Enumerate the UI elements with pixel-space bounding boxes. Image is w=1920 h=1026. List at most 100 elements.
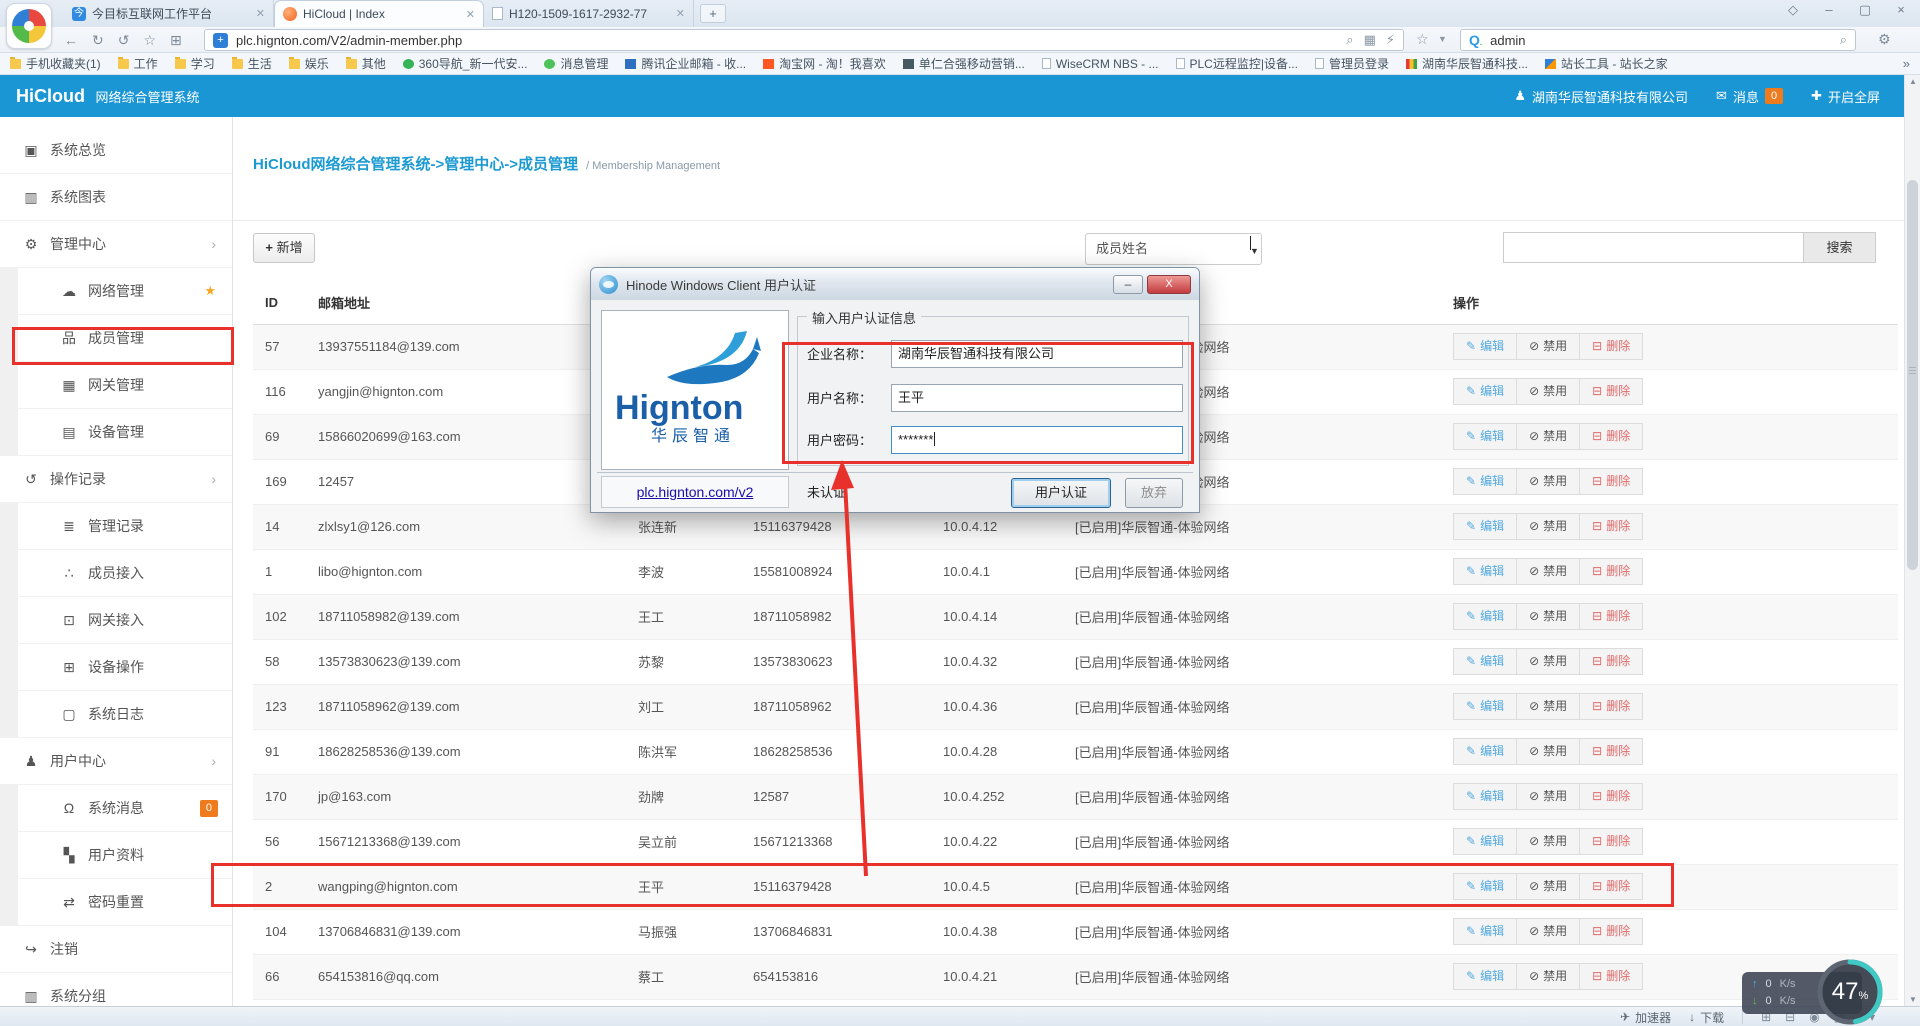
- cell-email[interactable]: 654153816@qq.com: [308, 954, 633, 999]
- delete-button[interactable]: 删除: [1579, 963, 1643, 990]
- bookmark-item[interactable]: WiseCRM NBS - ...: [1042, 57, 1159, 71]
- col-actions[interactable]: 操作: [1423, 282, 1898, 324]
- bookmark-item[interactable]: 单仁合强移动营销...: [903, 55, 1025, 72]
- undo-button[interactable]: [118, 32, 130, 49]
- bookmark-item[interactable]: 其他: [346, 55, 386, 72]
- cell-email[interactable]: 18711058982@139.com: [308, 594, 633, 639]
- disable-button[interactable]: 禁用: [1516, 648, 1580, 675]
- disable-button[interactable]: 禁用: [1516, 963, 1580, 990]
- sidebar-item-doc[interactable]: 管理记录: [0, 503, 232, 550]
- favorites-button[interactable]: [143, 32, 156, 49]
- edit-button[interactable]: 编辑: [1453, 648, 1517, 675]
- scrollbar-thumb[interactable]: [1907, 180, 1918, 570]
- cell-email[interactable]: wangping@hignton.com: [308, 864, 633, 909]
- header-messages[interactable]: 消息 0: [1716, 87, 1783, 106]
- tab-close-icon[interactable]: ✕: [466, 8, 475, 21]
- table-row[interactable]: 104 13706846831@139.com 马振强 13706846831 …: [253, 909, 1898, 954]
- sidebar-item-gears[interactable]: 管理中心 ›: [0, 221, 232, 268]
- filter-select[interactable]: 成员姓名 ▼: [1085, 233, 1262, 265]
- disable-button[interactable]: 禁用: [1516, 558, 1580, 585]
- member-search-input[interactable]: [1503, 232, 1803, 263]
- disable-button[interactable]: 禁用: [1516, 918, 1580, 945]
- password-input[interactable]: *******: [891, 426, 1183, 454]
- delete-button[interactable]: 删除: [1579, 333, 1643, 360]
- delete-button[interactable]: 删除: [1579, 513, 1643, 540]
- sidebar-item-chart[interactable]: 系统分组: [0, 973, 232, 1006]
- disable-button[interactable]: 禁用: [1516, 693, 1580, 720]
- close-button[interactable]: [1892, 2, 1910, 18]
- new-tab-button[interactable]: +: [700, 4, 726, 23]
- delete-button[interactable]: 删除: [1579, 738, 1643, 765]
- edit-button[interactable]: 编辑: [1453, 603, 1517, 630]
- sidebar-item-sitemap[interactable]: 成员管理: [0, 315, 232, 362]
- table-row[interactable]: 2 wangping@hignton.com 王平 15116379428 10…: [253, 864, 1898, 909]
- browser-logo[interactable]: [6, 3, 52, 49]
- dialog-titlebar[interactable]: Hinode Windows Client 用户认证 – X: [591, 268, 1199, 300]
- delete-button[interactable]: 删除: [1579, 558, 1643, 585]
- edit-button[interactable]: 编辑: [1453, 378, 1517, 405]
- minimize-button[interactable]: [1820, 2, 1838, 18]
- edit-button[interactable]: 编辑: [1453, 468, 1517, 495]
- cell-email[interactable]: 15866020699@163.com: [308, 414, 633, 459]
- edit-button[interactable]: 编辑: [1453, 513, 1517, 540]
- delete-button[interactable]: 删除: [1579, 423, 1643, 450]
- header-fullscreen[interactable]: 开启全屏: [1811, 87, 1880, 106]
- delete-button[interactable]: 删除: [1579, 783, 1643, 810]
- sidebar-item-bell[interactable]: 系统消息 0: [0, 785, 232, 832]
- url-box[interactable]: + plc.hignton.com/V2/admin-member.php: [204, 29, 1404, 51]
- cell-email[interactable]: yangjin@hignton.com: [308, 369, 633, 414]
- disable-button[interactable]: 禁用: [1516, 423, 1580, 450]
- tab-close-icon[interactable]: ✕: [676, 7, 685, 20]
- vertical-scrollbar[interactable]: ▲ ▼: [1904, 75, 1920, 1006]
- authenticate-button[interactable]: 用户认证: [1011, 478, 1111, 508]
- table-row[interactable]: 170 jp@163.com 劲牌 12587 10.0.4.252 [已启用]…: [253, 774, 1898, 819]
- wrench-menu-icon[interactable]: [1878, 31, 1891, 48]
- apps-button[interactable]: [170, 32, 182, 49]
- sidebar-item-share[interactable]: 成员接入: [0, 550, 232, 597]
- disable-button[interactable]: 禁用: [1516, 873, 1580, 900]
- disable-button[interactable]: 禁用: [1516, 333, 1580, 360]
- maximize-button[interactable]: [1856, 2, 1874, 18]
- edit-button[interactable]: 编辑: [1453, 963, 1517, 990]
- table-row[interactable]: 102 18711058982@139.com 王工 18711058982 1…: [253, 594, 1898, 639]
- cell-email[interactable]: zlxlsy1@126.com: [308, 504, 633, 549]
- delete-button[interactable]: 删除: [1579, 873, 1643, 900]
- table-row[interactable]: 1 libo@hignton.com 李波 15581008924 10.0.4…: [253, 549, 1898, 594]
- table-row[interactable]: 66 654153816@qq.com 蔡工 654153816 10.0.4.…: [253, 954, 1898, 999]
- company-input[interactable]: 湖南华辰智通科技有限公司: [891, 340, 1183, 368]
- browser-tab[interactable]: HiCloud | Index ✕: [274, 0, 484, 27]
- disable-button[interactable]: 禁用: [1516, 738, 1580, 765]
- edit-button[interactable]: 编辑: [1453, 558, 1517, 585]
- username-input[interactable]: 王平: [891, 384, 1183, 412]
- search-in-page-icon[interactable]: [1346, 32, 1353, 48]
- site-safety-icon[interactable]: +: [213, 33, 228, 48]
- cell-email[interactable]: 18628258536@139.com: [308, 729, 633, 774]
- sidebar-item-history[interactable]: 操作记录 ›: [0, 456, 232, 503]
- sidebar-item-users[interactable]: 用户中心 ›: [0, 738, 232, 785]
- cell-email[interactable]: 13706846831@139.com: [308, 909, 633, 954]
- sidebar-item-calendar[interactable]: 设备管理: [0, 409, 232, 456]
- bookmark-item[interactable]: PLC远程监控|设备...: [1176, 55, 1298, 72]
- edit-button[interactable]: 编辑: [1453, 873, 1517, 900]
- sidebar-item-signout[interactable]: 注销: [0, 926, 232, 973]
- bookmark-item[interactable]: 学习: [175, 55, 215, 72]
- edit-button[interactable]: 编辑: [1453, 738, 1517, 765]
- disable-button[interactable]: 禁用: [1516, 468, 1580, 495]
- disable-button[interactable]: 禁用: [1516, 378, 1580, 405]
- sidebar-item-th[interactable]: 网关管理: [0, 362, 232, 409]
- delete-button[interactable]: 删除: [1579, 693, 1643, 720]
- bookmark-item[interactable]: 工作: [118, 55, 158, 72]
- browser-tab[interactable]: H120-1509-1617-2932-77 ✕: [484, 0, 694, 27]
- cell-email[interactable]: 13937551184@139.com: [308, 324, 633, 369]
- table-row[interactable]: 56 15671213368@139.com 吴立前 15671213368 1…: [253, 819, 1898, 864]
- cell-email[interactable]: 18711058962@139.com: [308, 684, 633, 729]
- disable-button[interactable]: 禁用: [1516, 828, 1580, 855]
- tab-close-icon[interactable]: ✕: [256, 7, 265, 20]
- accelerator-button[interactable]: 加速器: [1620, 1009, 1671, 1026]
- bookmark-item[interactable]: 淘宝网 - 淘！我喜欢: [763, 55, 886, 72]
- disable-button[interactable]: 禁用: [1516, 603, 1580, 630]
- back-button[interactable]: [64, 32, 78, 48]
- qr-code-icon[interactable]: [1364, 32, 1376, 48]
- table-row[interactable]: 编辑禁用删除: [253, 999, 1898, 1006]
- refresh-button[interactable]: [92, 32, 104, 49]
